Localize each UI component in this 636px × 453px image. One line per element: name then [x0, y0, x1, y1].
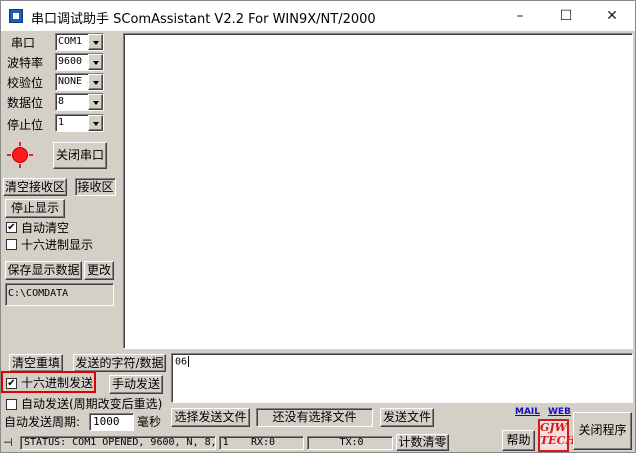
close-program-button[interactable]: 关闭程序	[573, 412, 632, 450]
help-button[interactable]: 帮助	[502, 430, 535, 451]
hex-display-checkbox[interactable]	[6, 239, 17, 250]
tx-count: TX:0	[307, 436, 393, 450]
title-bar[interactable]: 串口调试助手 SComAssistant V2.2 For WIN9X/NT/2…	[1, 1, 635, 31]
send-file-button[interactable]: 发送文件	[380, 408, 434, 427]
receive-textarea[interactable]	[123, 33, 633, 349]
minimize-button[interactable]: –	[497, 1, 543, 31]
web-link[interactable]: WEB	[548, 407, 571, 417]
mail-link[interactable]: MAIL	[515, 407, 540, 417]
file-status-text: 还没有选择文件	[256, 408, 373, 427]
auto-send-checkbox[interactable]	[6, 399, 17, 410]
maximize-icon: ☐	[559, 8, 573, 24]
led-ray	[19, 142, 21, 146]
logo-line-2: TECH	[540, 434, 576, 447]
pin-icon: ⊣	[3, 436, 13, 449]
port-status-led-icon	[13, 148, 27, 162]
hex-display-label: 十六进制显示	[21, 238, 94, 252]
stop-display-button[interactable]: 停止显示	[5, 199, 65, 218]
text-caret	[188, 356, 190, 367]
app-icon	[9, 9, 23, 23]
checkmark-icon: ✔	[7, 378, 16, 389]
parity-select[interactable]: NONE	[55, 73, 104, 91]
chevron-down-icon[interactable]	[88, 74, 103, 90]
period-input[interactable]: 1000	[89, 413, 134, 431]
maximize-button[interactable]: ☐	[543, 1, 589, 31]
gjw-tech-logo: GJW TECH	[538, 419, 576, 452]
manual-send-button[interactable]: 手动发送	[109, 375, 163, 394]
port-label: 串口	[11, 36, 36, 50]
send-textarea[interactable]: 06	[171, 353, 633, 403]
chevron-down-icon[interactable]	[88, 54, 103, 70]
baud-label: 波特率	[7, 56, 44, 70]
period-label: 自动发送周期:	[4, 415, 81, 429]
hex-send-checkbox[interactable]: ✔	[6, 378, 17, 389]
port-select[interactable]: COM1	[55, 33, 104, 51]
led-ray	[7, 154, 11, 156]
chevron-down-icon[interactable]	[88, 115, 103, 131]
baud-select[interactable]: 9600	[55, 53, 104, 71]
period-unit: 毫秒	[137, 415, 162, 429]
stopbits-select[interactable]: 1	[55, 114, 104, 132]
logo-line-1: GJW	[540, 421, 567, 434]
port-value: COM1	[58, 36, 83, 47]
parity-label: 校验位	[7, 76, 44, 90]
chevron-down-icon[interactable]	[88, 34, 103, 50]
chevron-down-icon[interactable]	[88, 94, 103, 110]
auto-clear-label: 自动清空	[21, 221, 70, 235]
clear-receive-button[interactable]: 清空接收区	[3, 178, 67, 196]
led-ray	[19, 164, 21, 168]
close-icon: ✕	[606, 8, 618, 24]
stopbits-label: 停止位	[7, 118, 44, 132]
reset-count-button[interactable]: 计数清零	[396, 434, 449, 451]
stopbits-value: 1	[58, 117, 65, 128]
auto-send-label: 自动发送(周期改变后重选)	[21, 397, 163, 411]
app-window: 串口调试助手 SComAssistant V2.2 For WIN9X/NT/2…	[0, 0, 636, 453]
client-area: 串口 COM1 波特率 9600 校验位 NONE 数据位 8 停止位 1 关闭…	[1, 31, 635, 452]
receive-area-label: 接收区	[75, 178, 116, 196]
status-text: STATUS: COM1 OPENED, 9600, N, 8, 1	[20, 436, 229, 450]
hex-send-label: 十六进制发送	[21, 376, 94, 390]
save-path-field: C:\COMDATA	[5, 283, 114, 306]
select-send-file-button[interactable]: 选择发送文件	[171, 408, 250, 427]
databits-value: 8	[58, 96, 65, 107]
send-chars-label: 发送的字符/数据	[73, 354, 166, 372]
period-value: 1000	[93, 415, 120, 428]
save-data-button[interactable]: 保存显示数据	[5, 261, 82, 280]
led-ray	[29, 154, 33, 156]
clear-refill-button[interactable]: 清空重填	[9, 354, 63, 372]
change-path-button[interactable]: 更改	[84, 261, 114, 280]
auto-clear-checkbox[interactable]: ✔	[6, 222, 17, 233]
close-window-button[interactable]: ✕	[589, 1, 635, 31]
window-title: 串口调试助手 SComAssistant V2.2 For WIN9X/NT/2…	[31, 12, 376, 27]
databits-select[interactable]: 8	[55, 93, 104, 111]
save-path-text: C:\COMDATA	[8, 288, 69, 299]
send-text: 06	[175, 356, 188, 368]
parity-value: NONE	[58, 76, 83, 87]
close-port-button[interactable]: 关闭串口	[53, 142, 107, 169]
databits-label: 数据位	[7, 96, 44, 110]
baud-value: 9600	[58, 56, 83, 67]
minimize-icon: –	[516, 8, 524, 24]
checkmark-icon: ✔	[7, 222, 16, 233]
rx-count: RX:0	[219, 436, 304, 450]
